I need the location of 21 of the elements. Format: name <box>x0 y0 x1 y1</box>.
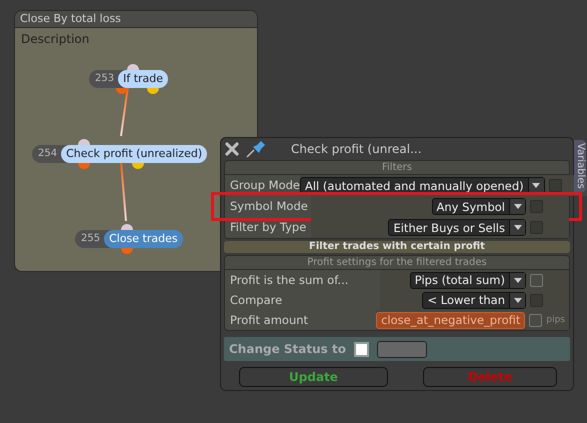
group-header: Filter trades with certain profit <box>224 241 570 253</box>
variables-tab[interactable]: Variables <box>574 140 586 192</box>
unit-label: pips <box>546 315 565 325</box>
field-label: Profit amount <box>229 312 310 329</box>
status-label: Change Status to <box>229 342 346 356</box>
dialog-title: Check profit (unreal... <box>291 142 422 156</box>
flow-node[interactable]: Check profit (unrealized) <box>61 145 208 163</box>
description-label: Description <box>20 31 90 48</box>
panel-title: Close By total loss <box>15 11 257 28</box>
flow-node[interactable]: Close trades <box>104 230 183 248</box>
update-button[interactable]: Update <box>239 367 388 387</box>
dropdown[interactable]: < Lower than <box>422 292 526 308</box>
dropdown[interactable]: Either Buys or Sells <box>388 219 526 236</box>
field-label: Compare <box>229 292 284 309</box>
field-label: Filter by Type <box>229 219 308 236</box>
field-label: Symbol Mode <box>229 198 309 215</box>
field-label: Profit is the sum of... <box>229 272 350 289</box>
dropdown[interactable]: Any Symbol <box>432 198 526 215</box>
flow-node[interactable]: If trade <box>118 70 168 88</box>
dropdown[interactable]: Pips (total sum) <box>410 272 526 288</box>
field-label: Group Mode <box>229 177 300 194</box>
